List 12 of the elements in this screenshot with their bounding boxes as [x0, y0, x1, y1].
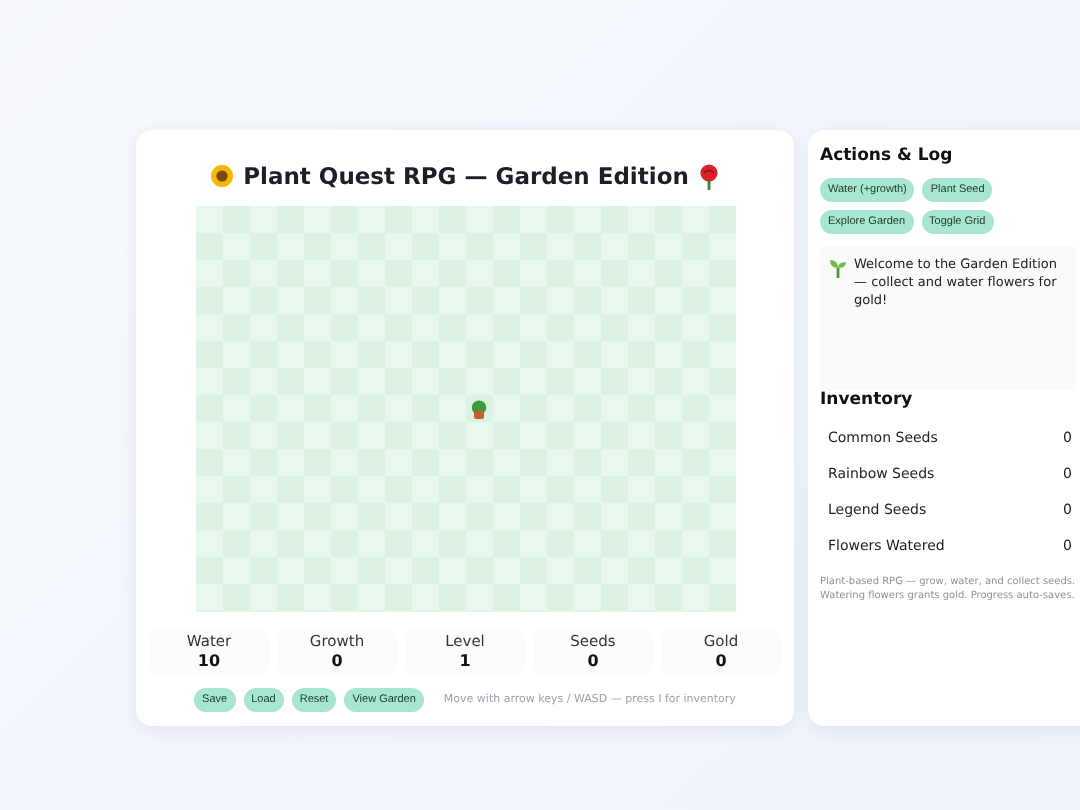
section-title: Actions & Log	[820, 146, 955, 166]
section-title: Inventory	[820, 390, 915, 410]
stat-value: 0	[331, 651, 343, 669]
stat-value: 10	[197, 651, 221, 669]
sprout-icon	[828, 258, 848, 278]
game-title: Plant Quest RPG — Garden Edition	[243, 162, 689, 190]
stat-value: 0	[715, 651, 727, 669]
potted-plant-icon	[469, 399, 487, 419]
stat-value: 0	[587, 651, 599, 669]
sunflower-icon	[209, 164, 234, 188]
stat-value: 1	[459, 651, 471, 669]
rose-icon	[698, 163, 721, 189]
